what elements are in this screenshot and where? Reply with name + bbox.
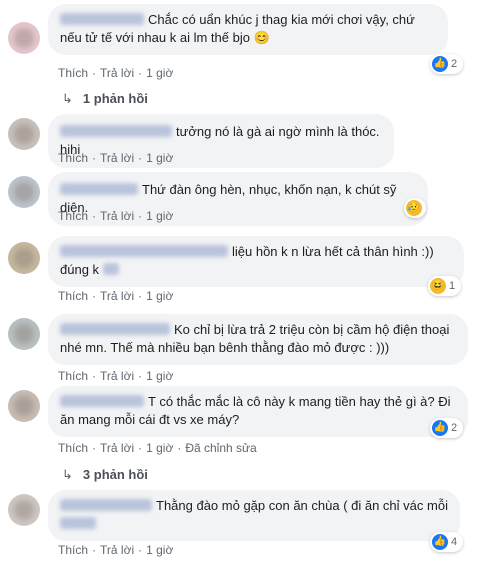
reaction-count[interactable]: 👍 2 (430, 418, 464, 438)
edited-label[interactable]: Đã chỉnh sửa (185, 441, 256, 455)
like-link[interactable]: Thích (58, 209, 88, 223)
reaction-number: 1 (449, 280, 456, 292)
comment-text: liệu hồn k n lừa hết cả thân hình :)) (232, 244, 434, 259)
reaction-number: 2 (451, 422, 458, 434)
timestamp[interactable]: 1 giờ (146, 369, 173, 383)
reaction-count[interactable]: 😥 (404, 198, 426, 218)
reply-link[interactable]: Trả lời (100, 441, 134, 455)
comment-actions: Thích · Trả lời · 1 giờ (58, 66, 174, 80)
comment-bubble: liệu hồn k n lừa hết cả thân hình :)) đú… (48, 236, 464, 287)
like-link[interactable]: Thích (58, 151, 88, 165)
like-icon: 👍 (432, 534, 448, 550)
reaction-number: 4 (451, 536, 458, 548)
reply-link[interactable]: Trả lời (100, 369, 134, 383)
comment-text: Thằng đào mỏ gặp con ăn chùa ( đi ăn chỉ… (156, 498, 448, 513)
reaction-count[interactable]: 👍 2 (430, 54, 464, 74)
sad-icon: 😥 (406, 200, 422, 216)
comment-text-line2: nhé mn. Thế mà nhiều bạn bênh thằng đào … (60, 340, 390, 355)
reply-arrow-icon: ↳ (62, 467, 73, 482)
view-replies-link[interactable]: ↳ 3 phản hồi (62, 466, 148, 484)
comment-text-line2: ăn mang mỗi cái đt vs xe máy? (60, 412, 240, 427)
comment-text-blur (60, 517, 96, 529)
author-name[interactable] (60, 125, 172, 137)
timestamp[interactable]: 1 giờ (146, 441, 173, 455)
haha-icon: 😆 (430, 278, 446, 294)
like-link[interactable]: Thích (58, 369, 88, 383)
author-name[interactable] (60, 499, 152, 511)
view-replies-link[interactable]: ↳ 1 phản hồi (62, 90, 148, 108)
timestamp[interactable]: 1 giờ (146, 209, 173, 223)
timestamp[interactable]: 1 giờ (146, 289, 173, 303)
comment-bubble: Chắc có uẩn khúc j thag kia mới chơi vậy… (48, 4, 448, 55)
like-link[interactable]: Thích (58, 543, 88, 557)
avatar[interactable] (8, 118, 40, 150)
like-link[interactable]: Thích (58, 66, 88, 80)
avatar[interactable] (8, 390, 40, 422)
author-name[interactable] (60, 395, 144, 407)
comment-text: T có thắc mắc là cô này k mang tiền hay … (148, 394, 451, 409)
comment-actions: Thích · Trả lời · 1 giờ (58, 543, 174, 557)
timestamp[interactable]: 1 giờ (146, 543, 173, 557)
comment-actions: Thích · Trả lời · 1 giờ (58, 369, 174, 383)
reaction-number: 2 (451, 58, 458, 70)
comment-actions: Thích · Trả lời · 1 giờ (58, 289, 174, 303)
like-icon: 👍 (432, 420, 448, 436)
reply-link[interactable]: Trả lời (100, 151, 134, 165)
reply-link[interactable]: Trả lời (100, 289, 134, 303)
avatar[interactable] (8, 242, 40, 274)
author-name[interactable] (60, 13, 144, 25)
like-link[interactable]: Thích (58, 289, 88, 303)
comment-bubble: Ko chỉ bị lừa trả 2 triệu còn bị cầm hộ … (48, 314, 468, 365)
comment-bubble: T có thắc mắc là cô này k mang tiền hay … (48, 386, 468, 437)
reply-link[interactable]: Trả lời (100, 543, 134, 557)
avatar[interactable] (8, 318, 40, 350)
reply-arrow-icon: ↳ (62, 91, 73, 106)
comment-actions: Thích · Trả lời · 1 giờ (58, 209, 174, 223)
author-name[interactable] (60, 183, 138, 195)
comment-text-line2: đúng k (60, 262, 100, 277)
avatar[interactable] (8, 22, 40, 54)
author-blur (103, 263, 120, 275)
timestamp[interactable]: 1 giờ (146, 151, 173, 165)
replies-count: 1 phản hồi (82, 91, 148, 106)
comment-actions: Thích · Trả lời · 1 giờ · Đã chỉnh sửa (58, 441, 257, 455)
reaction-count[interactable]: 👍 4 (430, 532, 464, 552)
like-link[interactable]: Thích (58, 441, 88, 455)
replies-count: 3 phản hồi (82, 467, 148, 482)
timestamp[interactable]: 1 giờ (146, 66, 173, 80)
avatar[interactable] (8, 494, 40, 526)
avatar[interactable] (8, 176, 40, 208)
author-name[interactable] (60, 323, 170, 335)
author-name[interactable] (60, 245, 228, 257)
reaction-count[interactable]: 😆 1 (428, 276, 462, 296)
comment-bubble: Thằng đào mỏ gặp con ăn chùa ( đi ăn chỉ… (48, 490, 460, 541)
reply-link[interactable]: Trả lời (100, 66, 134, 80)
comment-actions: Thích · Trả lời · 1 giờ (58, 151, 174, 165)
like-icon: 👍 (432, 56, 448, 72)
comment-text: Ko chỉ bị lừa trả 2 triệu còn bị cầm hộ … (174, 322, 450, 337)
reply-link[interactable]: Trả lời (100, 209, 134, 223)
